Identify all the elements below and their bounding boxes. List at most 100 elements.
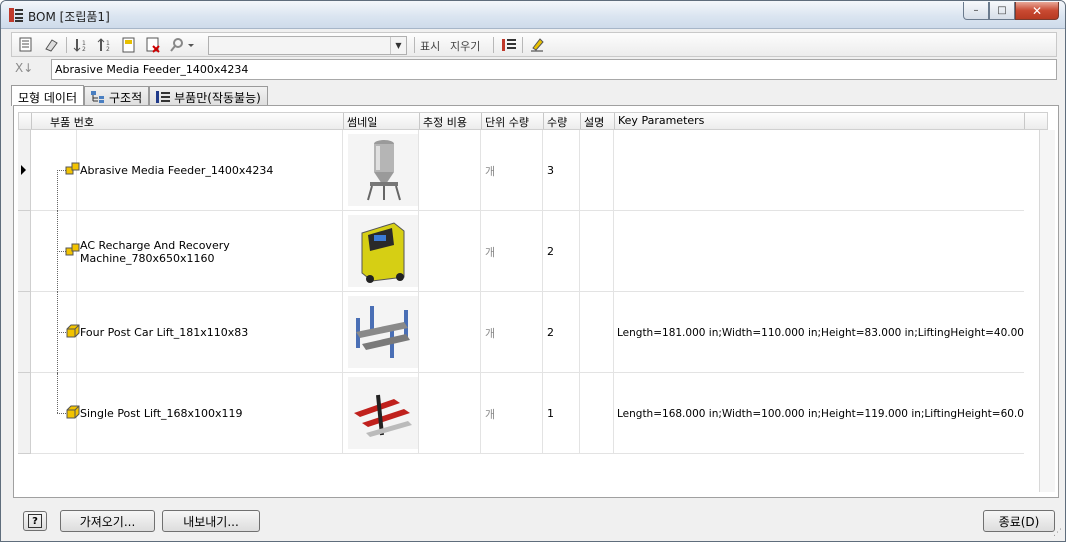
svg-text:2: 2	[82, 46, 86, 53]
tab-parts-only[interactable]: 부품만(작동불능)	[149, 86, 268, 105]
maximize-button[interactable]: □	[989, 2, 1015, 20]
unit-cell[interactable]: 개	[481, 292, 543, 373]
unit-cell[interactable]: 개	[481, 211, 543, 292]
table-row[interactable]: AC Recharge And Recovery Machine_780x650…	[18, 211, 1024, 292]
row-selector-header	[19, 113, 32, 129]
sort-descending-icon[interactable]: 12	[72, 36, 90, 54]
chevron-down-icon[interactable]: ▼	[390, 37, 406, 54]
bom-window: BOM [조립품1] – □ ✕ 12 12 ▼ 표시 지우기 X↓ Abras…	[0, 0, 1066, 542]
recharge-machine-thumbnail	[348, 215, 418, 287]
col-description[interactable]: 설명	[581, 113, 615, 129]
show-button[interactable]: 표시	[420, 38, 440, 54]
tab-structured[interactable]: 구조적	[84, 86, 150, 105]
cost-cell[interactable]	[419, 292, 481, 373]
minimize-button[interactable]: –	[963, 2, 989, 20]
col-qty[interactable]: 수량	[544, 113, 581, 129]
key-parameters-cell[interactable]	[614, 130, 1024, 211]
qty-cell[interactable]: 1	[543, 373, 580, 454]
row-selector[interactable]	[18, 292, 31, 373]
bom-app-icon	[9, 8, 23, 22]
col-est-cost[interactable]: 추정 비용	[420, 113, 482, 129]
clear-button[interactable]: 지우기	[450, 38, 480, 54]
bottom-button-bar: ? 가져오기... 내보내기... 종료(D) ⋰	[1, 499, 1065, 541]
key-parameters-cell[interactable]	[614, 211, 1024, 292]
current-row-arrow-icon	[21, 165, 26, 175]
window-controls: – □ ✕	[963, 2, 1059, 20]
description-cell[interactable]	[580, 211, 614, 292]
parts-list-icon	[156, 91, 171, 103]
edit-pencil-icon[interactable]	[528, 36, 546, 54]
tab-bar: 모형 데이터 구조적 부품만(작동불능)	[11, 85, 268, 106]
qty-cell[interactable]: 2	[543, 211, 580, 292]
description-cell[interactable]	[580, 292, 614, 373]
col-part-number[interactable]: 부품 번호	[32, 113, 344, 129]
title-bar: BOM [조립품1] – □ ✕	[1, 1, 1065, 29]
four-post-lift-thumbnail	[348, 296, 418, 368]
table-delete-icon[interactable]	[144, 36, 162, 54]
part-name-field[interactable]	[51, 59, 1057, 80]
help-icon: ?	[28, 514, 42, 528]
tab-model-data[interactable]: 모형 데이터	[11, 85, 85, 106]
part-number-cell[interactable]: Four Post Car Lift_181x110x83	[77, 292, 343, 373]
bom-grid-panel: 부품 번호 썸네일 추정 비용 단위 수량 수량 설명 Key Paramete…	[13, 105, 1059, 498]
description-cell[interactable]	[580, 130, 614, 211]
tree-cell	[31, 211, 80, 292]
help-button[interactable]: ?	[23, 511, 47, 531]
path-bar: X↓	[11, 59, 1057, 81]
grid-header: 부품 번호 썸네일 추정 비용 단위 수량 수량 설명 Key Paramete…	[18, 112, 1048, 130]
expression-icon: X↓	[15, 61, 34, 75]
qty-cell[interactable]: 3	[543, 130, 580, 211]
window-title: BOM [조립품1]	[28, 10, 110, 24]
col-thumbnail[interactable]: 썸네일	[344, 113, 420, 129]
close-button[interactable]: 종료(D)	[983, 510, 1055, 532]
cost-cell[interactable]	[419, 373, 481, 454]
table-row[interactable]: Single Post Lift_168x100x119 개 1 Length=…	[18, 373, 1024, 454]
export-doc-icon[interactable]	[120, 36, 138, 54]
structure-list-icon[interactable]	[500, 36, 518, 54]
eraser-icon[interactable]	[42, 36, 60, 54]
row-selector[interactable]	[18, 130, 31, 211]
bom-settings-icon[interactable]	[18, 36, 36, 54]
thumbnail-cell	[343, 130, 419, 211]
feeder-thumbnail	[348, 134, 418, 206]
import-button[interactable]: 가져오기...	[60, 510, 155, 532]
row-selector[interactable]	[18, 373, 31, 454]
sort-ascending-icon[interactable]: 12	[96, 36, 114, 54]
col-key-parameters[interactable]: Key Parameters	[615, 113, 1025, 129]
tree-structure-icon	[91, 91, 105, 103]
single-post-lift-thumbnail	[348, 377, 418, 449]
key-parameters-cell[interactable]: Length=181.000 in;Width=110.000 in;Heigh…	[614, 292, 1024, 373]
thumbnail-cell	[343, 373, 419, 454]
search-dropdown-icon[interactable]	[168, 36, 196, 54]
tree-cell	[31, 292, 80, 373]
qty-cell[interactable]: 2	[543, 292, 580, 373]
key-parameters-cell[interactable]: Length=168.000 in;Width=100.000 in;Heigh…	[614, 373, 1024, 454]
row-selector[interactable]	[18, 211, 31, 292]
tree-cell	[31, 130, 80, 211]
resize-grip-icon[interactable]: ⋰	[1053, 528, 1062, 538]
svg-text:2: 2	[106, 46, 110, 53]
cost-cell[interactable]	[419, 130, 481, 211]
table-row[interactable]: Abrasive Media Feeder_1400x4234 개 3	[18, 130, 1024, 211]
cost-cell[interactable]	[419, 211, 481, 292]
filter-combo[interactable]: ▼	[208, 36, 407, 55]
part-number-cell[interactable]: AC Recharge And Recovery Machine_780x650…	[77, 211, 343, 292]
description-cell[interactable]	[580, 373, 614, 454]
tab-model-data-label: 모형 데이터	[18, 90, 78, 105]
close-window-button[interactable]: ✕	[1015, 2, 1059, 20]
tree-cell	[31, 373, 80, 454]
part-number-cell[interactable]: Single Post Lift_168x100x119	[77, 373, 343, 454]
thumbnail-cell	[343, 211, 419, 292]
col-unit-qty[interactable]: 단위 수량	[482, 113, 544, 129]
tab-structured-label: 구조적	[109, 90, 143, 105]
unit-cell[interactable]: 개	[481, 130, 543, 211]
table-row[interactable]: Four Post Car Lift_181x110x83 개 2 Length…	[18, 292, 1024, 373]
thumbnail-cell	[343, 292, 419, 373]
part-number-cell[interactable]: Abrasive Media Feeder_1400x4234	[77, 130, 343, 211]
vertical-scrollbar[interactable]	[1039, 130, 1055, 492]
toolbar: 12 12 ▼ 표시 지우기	[11, 32, 1057, 57]
export-button[interactable]: 내보내기...	[162, 510, 260, 532]
unit-cell[interactable]: 개	[481, 373, 543, 454]
tab-parts-only-label: 부품만(작동불능)	[174, 90, 261, 105]
header-filler	[1025, 113, 1047, 129]
